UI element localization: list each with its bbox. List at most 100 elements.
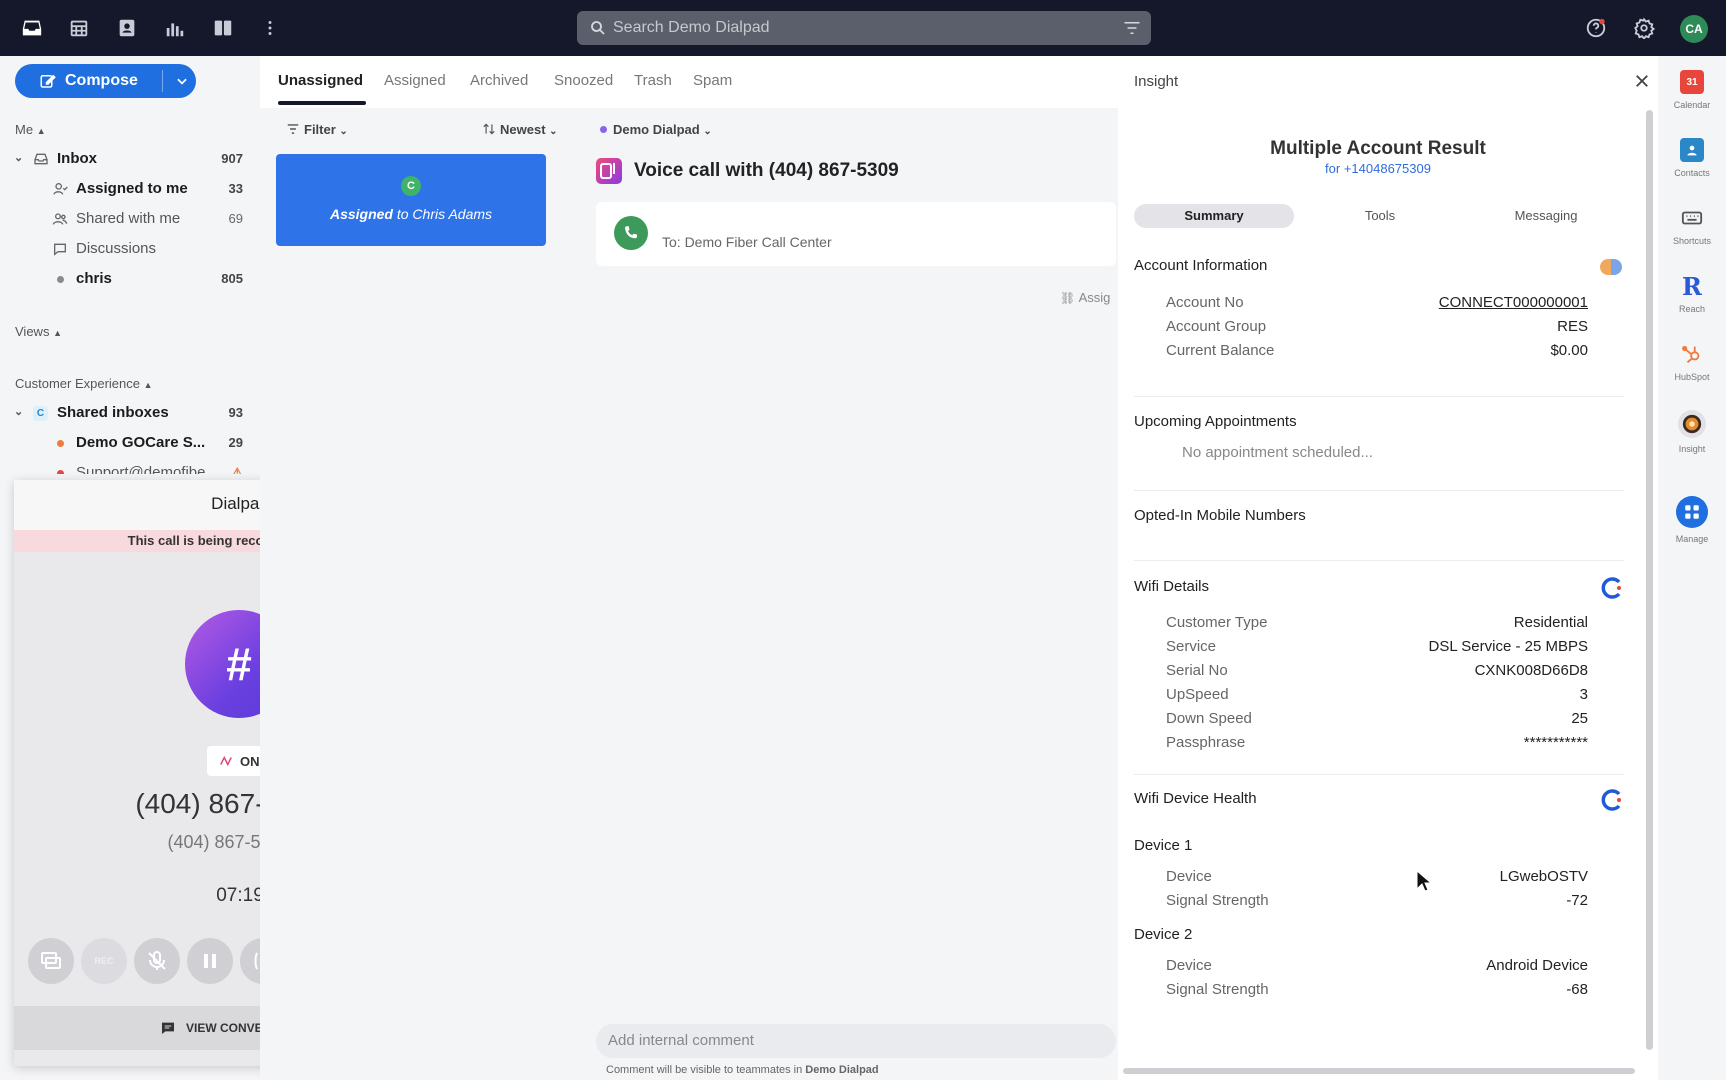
sidebar-item-shared-with-me[interactable]: Shared with me 69 [0, 206, 258, 232]
wifi-details-heading: Wifi Details [1134, 578, 1210, 595]
insight-tabs: Summary Tools Messaging [1134, 204, 1632, 228]
chevron-down-icon[interactable]: ⌄ [14, 405, 23, 418]
comment-visibility-note: Comment will be visible to teammates in … [606, 1064, 879, 1076]
compose-button[interactable]: Compose [15, 64, 196, 98]
card-assignment-text: Assigned to Chris Adams [329, 206, 493, 222]
integration-badge-icon [1600, 259, 1622, 275]
shared-users-icon [52, 213, 68, 225]
inbox-icon[interactable] [18, 14, 46, 42]
more-vertical-icon[interactable] [256, 14, 284, 42]
search-icon [591, 21, 605, 35]
sort-dropdown[interactable]: Newest ⌄ [482, 122, 558, 137]
contacts-icon[interactable] [113, 14, 141, 42]
views-section-label[interactable]: Views ▲ [15, 324, 62, 339]
search-bar[interactable] [577, 11, 1151, 45]
close-icon[interactable] [1633, 72, 1651, 90]
sidebar-item-demo-gocare[interactable]: Demo GOCare S... 29 [0, 430, 258, 456]
account-information-heading: Account Information [1134, 257, 1268, 274]
tab-messaging[interactable]: Messaging [1466, 204, 1626, 228]
sidebar-item-count: 907 [221, 151, 243, 166]
tab-archived[interactable]: Archived [470, 72, 528, 89]
rail-item-insight[interactable]: Insight [1658, 410, 1726, 454]
sidebar-item-support[interactable]: Support@demofibe... ⚠ [0, 460, 258, 474]
conversation-title: Voice call with (404) 867-5309 [634, 160, 899, 181]
rail-item-shortcuts[interactable]: Shortcuts [1658, 206, 1726, 246]
insight-title: Insight [1134, 73, 1179, 90]
result-title: Multiple Account Result [1270, 138, 1486, 159]
sidebar-item-inbox[interactable]: ⌄ Inbox 907 [0, 146, 258, 172]
appointments-heading: Upcoming Appointments [1134, 413, 1297, 430]
result-phone: for +14048675309 [1325, 161, 1431, 176]
hold-button[interactable] [187, 938, 233, 984]
sidebar-item-assigned-to-me[interactable]: Assigned to me 33 [0, 176, 258, 202]
call-event-card[interactable]: To: Demo Fiber Call Center [596, 202, 1116, 266]
columns-icon[interactable] [209, 14, 237, 42]
sidebar-item-label: Support@demofibe... [76, 464, 218, 474]
filter-icon [287, 124, 299, 134]
chevron-down-icon[interactable]: ⌄ [14, 151, 23, 164]
analytics-icon[interactable] [161, 14, 189, 42]
call-to-line: To: Demo Fiber Call Center [662, 234, 832, 250]
tab-tools[interactable]: Tools [1300, 204, 1460, 228]
keyboard-icon [1680, 206, 1704, 230]
screen-share-button[interactable] [28, 938, 74, 984]
avatar: C [401, 176, 421, 196]
sidebar-item-shared-inboxes[interactable]: ⌄ C Shared inboxes 93 [0, 400, 258, 426]
rail-item-contacts[interactable]: Contacts [1658, 138, 1726, 178]
tab-snoozed[interactable]: Snoozed [554, 72, 613, 89]
rail-item-reach[interactable]: R Reach [1658, 271, 1726, 315]
sidebar-item-count: 69 [228, 211, 243, 226]
compose-icon [40, 74, 56, 88]
record-button[interactable]: REC [81, 938, 127, 984]
horizontal-scrollbar[interactable] [1123, 1068, 1635, 1074]
sidebar-item-discussions[interactable]: Discussions [0, 236, 258, 262]
chevron-down-icon[interactable] [175, 74, 189, 88]
rail-item-calendar[interactable]: 31 Calendar [1658, 70, 1726, 110]
vertical-scrollbar[interactable] [1646, 110, 1653, 1050]
settings-icon[interactable] [1630, 14, 1658, 42]
calix-logo-icon [1601, 577, 1621, 599]
tab-spam[interactable]: Spam [693, 72, 732, 89]
device-heading: Device 2 [1134, 926, 1193, 943]
tab-unassigned[interactable]: Unassigned [278, 72, 363, 89]
mouse-cursor-icon [1416, 870, 1432, 892]
calendar-icon[interactable] [65, 14, 93, 42]
comment-input[interactable]: Add internal comment [596, 1024, 1116, 1058]
divider [1134, 560, 1624, 561]
rec-label: REC [94, 956, 114, 966]
filter-dropdown[interactable]: Filter ⌄ [286, 122, 348, 137]
sidebar-item-count: 93 [228, 405, 243, 420]
mute-button[interactable] [134, 938, 180, 984]
ai-toggle-label: ON [240, 754, 260, 769]
compose-divider [162, 70, 163, 92]
sidebar-item-chris[interactable]: chris 805 [0, 266, 258, 292]
me-section-label[interactable]: Me ▲ [15, 122, 46, 137]
sidebar-item-count: 33 [228, 181, 243, 196]
search-input[interactable] [613, 11, 1103, 45]
team-badge: C [33, 406, 48, 421]
insight-icon [1678, 410, 1706, 438]
customer-experience-section-label[interactable]: Customer Experience ▲ [15, 376, 153, 391]
chat-icon [162, 1022, 174, 1034]
inbox-tabs: Unassigned Assigned Archived Snoozed Tra… [260, 56, 1118, 108]
rail-item-manage[interactable]: Manage [1658, 496, 1726, 544]
rail-item-hubspot[interactable]: HubSpot [1658, 342, 1726, 382]
tab-summary[interactable]: Summary [1134, 204, 1294, 228]
conversation-card[interactable]: C Assigned to Chris Adams [276, 154, 546, 246]
pause-icon [204, 954, 216, 968]
tab-assigned[interactable]: Assigned [384, 72, 446, 89]
filter-icon[interactable] [1123, 20, 1141, 36]
calix-logo-icon [1601, 789, 1621, 811]
microphone-off-icon [148, 951, 166, 970]
conversation-list: Filter ⌄ Newest ⌄ Demo Dialpad ⌄ C Assig… [260, 108, 1118, 1080]
dialpad-app-icon [596, 158, 622, 184]
user-avatar[interactable]: CA [1680, 15, 1708, 43]
inbox-selector[interactable]: Demo Dialpad ⌄ [600, 122, 712, 137]
reach-icon: R [1682, 271, 1702, 301]
account-number-link[interactable]: CONNECT000000001 [1439, 294, 1588, 311]
tab-trash[interactable]: Trash [634, 72, 672, 89]
help-icon[interactable] [1582, 14, 1610, 42]
assign-button[interactable]: ⛓ Assig [1060, 290, 1110, 305]
sidebar-item-label: chris [76, 270, 112, 287]
device-heading: Device 1 [1134, 837, 1193, 854]
